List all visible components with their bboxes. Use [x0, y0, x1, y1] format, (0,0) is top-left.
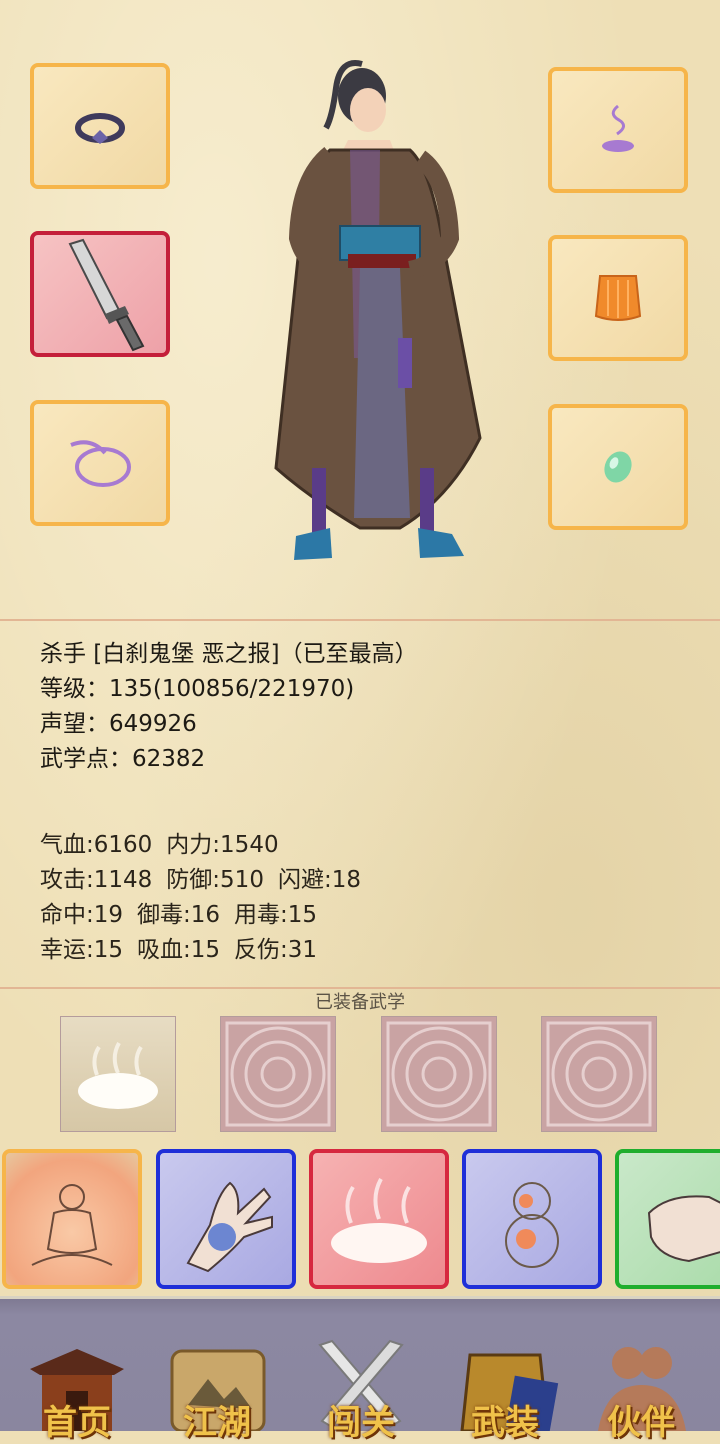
stats-row: 幸运:15 吸血:15 反伤:31 [40, 933, 375, 968]
equipped-martial-slot-1[interactable] [60, 1016, 176, 1132]
equipped-martial-title: 已装备武学 [315, 992, 405, 1013]
character-title: 杀手 [白刹鬼堡 恶之报]（已至最高） [40, 641, 418, 667]
character-portrait [274, 60, 482, 560]
stat-hit: 命中:19 [40, 902, 124, 928]
skill-list[interactable] [0, 1146, 720, 1296]
amulet-icon [70, 440, 131, 487]
skill-item-fist[interactable] [615, 1149, 720, 1289]
character-martial-points: 武学点：62382 [40, 746, 206, 772]
stat-defense: 防御:510 [166, 867, 264, 893]
nav-label-partners: 伙伴 [607, 1403, 675, 1443]
equipped-martial-slot-3[interactable] [381, 1016, 497, 1132]
equip-slot-amulet[interactable] [30, 400, 170, 526]
equip-slot-ring[interactable] [30, 63, 170, 189]
character-reputation: 声望：649926 [40, 711, 197, 737]
stats-row: 气血:6160 内力:1540 [40, 828, 375, 863]
stat-internal-power: 内力:1540 [166, 832, 279, 858]
seal-pattern-icon [386, 1021, 492, 1127]
equip-slot-weapon[interactable] [30, 231, 170, 357]
fist-icon [647, 1195, 720, 1263]
meditation-icon [31, 1184, 113, 1266]
equipped-martial-slot-4[interactable] [541, 1016, 657, 1132]
skill-item-gourd[interactable] [462, 1149, 602, 1289]
nav-label-equipment: 武装 [471, 1403, 539, 1443]
stat-reflect: 反伤:31 [234, 937, 318, 963]
skill-item-steam[interactable] [309, 1149, 449, 1289]
nav-item-partners[interactable]: 伙伴 [576, 1335, 706, 1443]
nav-label-jianghu: 江湖 [183, 1403, 251, 1443]
character-stats: 气血:6160 内力:1540 攻击:1148 防御:510 闪避:18 命中:19 御… [40, 828, 375, 968]
stat-luck: 幸运:15 [40, 937, 124, 963]
gourd-icon [505, 1182, 559, 1268]
stats-row: 攻击:1148 防御:510 闪避:18 [40, 863, 375, 898]
nav-label-home: 首页 [43, 1403, 111, 1443]
incense-icon [602, 104, 634, 152]
sword-icon [68, 238, 145, 352]
steam-icon [78, 1042, 158, 1109]
equip-slot-incense[interactable] [548, 67, 688, 193]
vest-icon [594, 275, 642, 321]
stat-dodge: 闪避:18 [277, 867, 361, 893]
section-divider-top [0, 619, 720, 621]
stat-lifesteal: 吸血:15 [137, 937, 221, 963]
jade-icon [604, 451, 632, 483]
skill-item-palm[interactable] [156, 1149, 296, 1289]
seal-pattern-icon [225, 1021, 331, 1127]
steam-icon [331, 1178, 427, 1263]
nav-item-jianghu[interactable]: 江湖 [152, 1335, 282, 1443]
character-info: 杀手 [白刹鬼堡 恶之报]（已至最高） 等级：135(100856/221970… [40, 637, 418, 777]
stat-attack: 攻击:1148 [40, 867, 153, 893]
seal-pattern-icon [546, 1021, 652, 1127]
equip-slot-jade[interactable] [548, 404, 688, 530]
nav-item-equipment[interactable]: 武装 [440, 1335, 570, 1443]
bottom-nav: 首页 江湖 闯关 武装 伙伴 [0, 1296, 720, 1443]
character-level: 等级：135(100856/221970) [40, 676, 355, 702]
nav-item-home[interactable]: 首页 [12, 1335, 142, 1443]
nav-label-challenge: 闯关 [327, 1403, 395, 1443]
stat-hp: 气血:6160 [40, 832, 153, 858]
stat-poison-resist: 御毒:16 [137, 902, 221, 928]
equip-slot-armor[interactable] [548, 235, 688, 361]
skill-item-meditation[interactable] [2, 1149, 142, 1289]
stat-poison-use: 用毒:15 [234, 902, 318, 928]
palm-icon [186, 1181, 273, 1273]
nav-item-challenge[interactable]: 闯关 [296, 1335, 426, 1443]
stats-row: 命中:19 御毒:16 用毒:15 [40, 898, 375, 933]
equipped-martial-slot-2[interactable] [220, 1016, 336, 1132]
ring-icon [75, 113, 125, 144]
